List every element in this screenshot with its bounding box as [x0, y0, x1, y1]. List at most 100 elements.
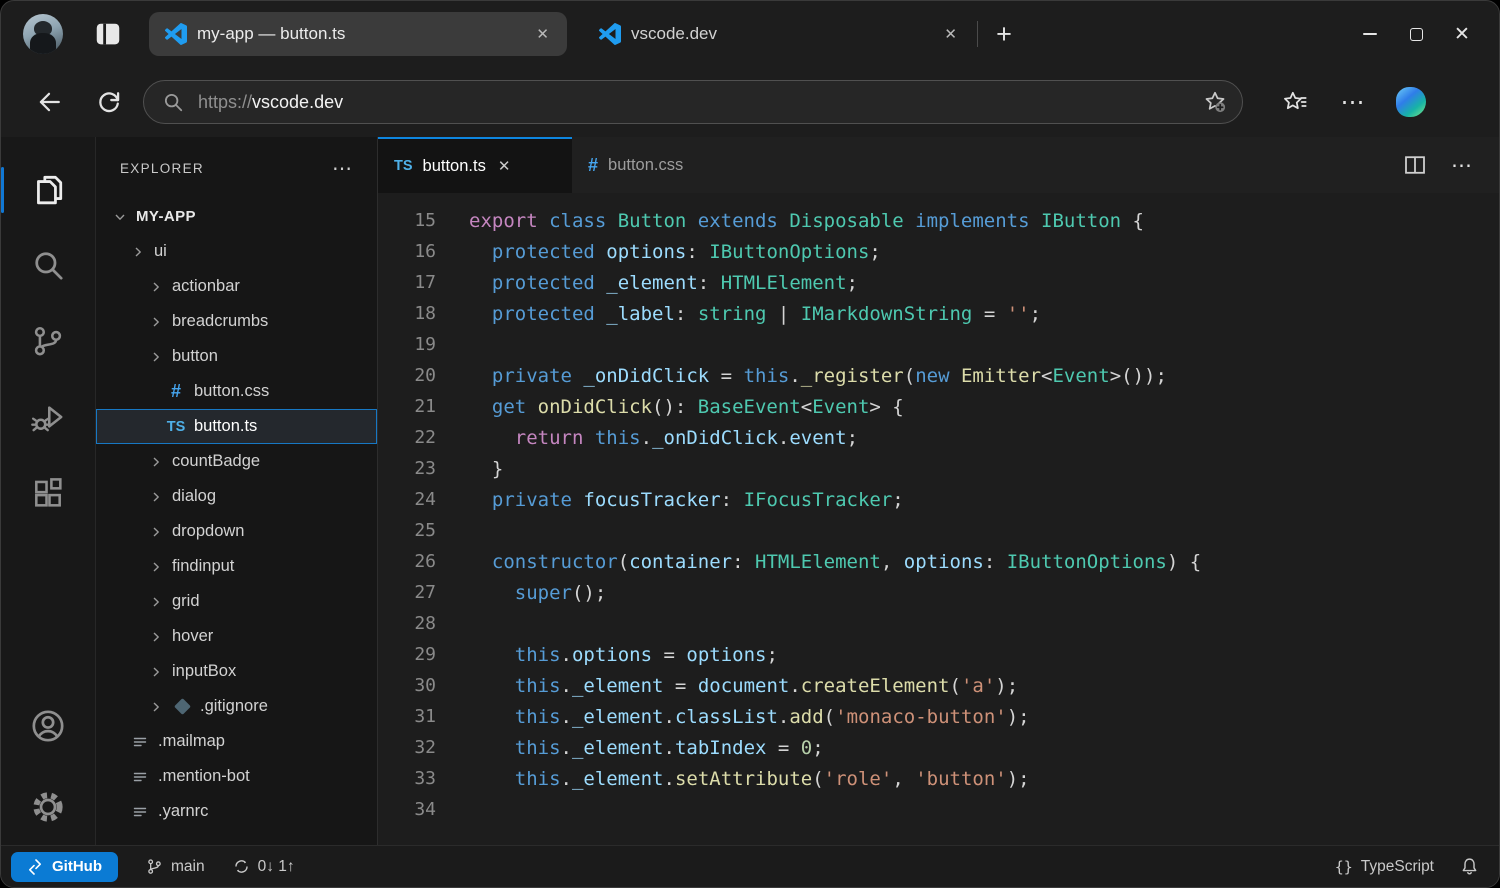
settings-more-button[interactable]: ⋯: [1331, 80, 1375, 124]
code-line-17[interactable]: 17 protected _element: HTMLElement;: [378, 267, 1499, 298]
tree-item-dropdown[interactable]: dropdown: [96, 514, 377, 549]
favorites-button[interactable]: [1273, 80, 1317, 124]
tree-item-findinput[interactable]: findinput: [96, 549, 377, 584]
tree-item-hover[interactable]: hover: [96, 619, 377, 654]
url-text[interactable]: https://vscode.dev: [198, 92, 1202, 113]
tab-close-icon[interactable]: ✕: [498, 157, 511, 175]
tree-item-yarnrc[interactable]: .yarnrc: [96, 794, 377, 829]
code-line-19[interactable]: 19: [378, 329, 1499, 360]
tree-item-ui[interactable]: ui: [96, 234, 377, 269]
remote-icon: [27, 859, 43, 875]
refresh-button[interactable]: [87, 80, 131, 124]
code-line-26[interactable]: 26 constructor(container: HTMLElement, o…: [378, 546, 1499, 577]
browser-tab-inactive[interactable]: vscode.dev ✕: [583, 12, 975, 56]
tree-item-label: inputBox: [172, 662, 236, 681]
copilot-icon: [1396, 87, 1426, 117]
code-line-22[interactable]: 22 return this._onDidClick.event;: [378, 422, 1499, 453]
tree-item-mention-bot[interactable]: .mention-bot: [96, 759, 377, 794]
tree-item-actionbar[interactable]: actionbar: [96, 269, 377, 304]
add-favorite-icon[interactable]: [1202, 89, 1228, 115]
tree-root-my-app[interactable]: MY-APP: [96, 199, 377, 234]
new-tab-button[interactable]: +: [984, 14, 1024, 54]
code-line-33[interactable]: 33 this._element.setAttribute('role', 'b…: [378, 763, 1499, 794]
notifications-bell-icon[interactable]: [1460, 857, 1479, 876]
tree-item-label: hover: [172, 627, 213, 646]
copilot-button[interactable]: [1389, 80, 1433, 124]
tree-item-breadcrumbs[interactable]: breadcrumbs: [96, 304, 377, 339]
explorer-sidebar: EXPLORER ⋯ MY-APPuiactionbarbreadcrumbsb…: [96, 137, 378, 845]
tree-item-dialog[interactable]: dialog: [96, 479, 377, 514]
code-line-16[interactable]: 16 protected options: IButtonOptions;: [378, 236, 1499, 267]
tree-item-button[interactable]: button: [96, 339, 377, 374]
activitybar-account[interactable]: [1, 693, 95, 769]
activitybar-extensions[interactable]: [1, 455, 95, 531]
css-file-icon: #: [588, 155, 598, 176]
code-line-25[interactable]: 25: [378, 515, 1499, 546]
profile-avatar[interactable]: [23, 14, 63, 54]
line-number: 26: [378, 551, 436, 572]
tree-item-mailmap[interactable]: .mailmap: [96, 724, 377, 759]
code-line-15[interactable]: 15export class Button extends Disposable…: [378, 205, 1499, 236]
code-line-34[interactable]: 34: [378, 794, 1499, 825]
chevron-right-icon: [148, 699, 164, 715]
code-line-21[interactable]: 21 get onDidClick(): BaseEvent<Event> {: [378, 391, 1499, 422]
tab-close-icon[interactable]: ✕: [532, 25, 553, 43]
tree-item-label: .yarnrc: [158, 802, 208, 821]
code-line-31[interactable]: 31 this._element.classList.add('monaco-b…: [378, 701, 1499, 732]
code-text: this._element.setAttribute('role', 'butt…: [469, 768, 1030, 790]
tree-item-button.ts[interactable]: TSbutton.ts: [96, 409, 377, 444]
editor-tab-button-css[interactable]: # button.css: [572, 137, 764, 193]
line-number: 25: [378, 520, 436, 541]
code-line-30[interactable]: 30 this._element = document.createElemen…: [378, 670, 1499, 701]
activitybar-settings[interactable]: [1, 769, 95, 845]
code-text: this.options = options;: [469, 644, 778, 666]
code-text: protected _label: string | IMarkdownStri…: [469, 303, 1041, 325]
sidebar-title: EXPLORER: [120, 161, 204, 176]
activitybar-run-debug[interactable]: [1, 379, 95, 455]
tab-actions-menu-button[interactable]: [93, 19, 123, 49]
explorer-more-actions-button[interactable]: ⋯: [332, 156, 353, 181]
code-line-27[interactable]: 27 super();: [378, 577, 1499, 608]
line-number: 24: [378, 489, 436, 510]
run-debug-icon: [31, 400, 65, 434]
code-editor[interactable]: 15export class Button extends Disposable…: [378, 193, 1499, 845]
code-line-18[interactable]: 18 protected _label: string | IMarkdownS…: [378, 298, 1499, 329]
tree-item-label: .mailmap: [158, 732, 225, 751]
line-number: 28: [378, 613, 436, 634]
editor-group: TS button.ts ✕ # button.css ⋯ 15export c…: [378, 137, 1499, 845]
maximize-button[interactable]: [1393, 14, 1439, 54]
browser-toolbar: https://vscode.dev ⋯: [1, 67, 1499, 137]
remote-indicator-button[interactable]: GitHub: [11, 852, 118, 882]
toolbar-icons: ⋯: [1273, 80, 1433, 124]
code-line-23[interactable]: 23 }: [378, 453, 1499, 484]
branch-indicator[interactable]: main: [146, 858, 205, 876]
code-text: this._element = document.createElement('…: [469, 675, 1018, 697]
browser-tab-active[interactable]: my-app — button.ts ✕: [149, 12, 567, 56]
tree-item-gitignore[interactable]: .gitignore: [96, 689, 377, 724]
tree-item-inputbox[interactable]: inputBox: [96, 654, 377, 689]
code-text: private focusTracker: IFocusTracker;: [469, 489, 904, 511]
editor-tab-button-ts[interactable]: TS button.ts ✕: [378, 137, 572, 193]
activitybar-search[interactable]: [1, 227, 95, 303]
back-button[interactable]: [27, 80, 71, 124]
code-text: export class Button extends Disposable i…: [469, 210, 1144, 232]
tab-close-icon[interactable]: ✕: [940, 25, 961, 43]
code-line-32[interactable]: 32 this._element.tabIndex = 0;: [378, 732, 1499, 763]
editor-more-actions-button[interactable]: ⋯: [1451, 153, 1473, 178]
tree-item-grid[interactable]: grid: [96, 584, 377, 619]
editor-tabstrip: TS button.ts ✕ # button.css ⋯: [378, 137, 1499, 193]
code-line-20[interactable]: 20 private _onDidClick = this._register(…: [378, 360, 1499, 391]
split-editor-icon[interactable]: [1403, 153, 1427, 177]
tree-item-button.css[interactable]: #button.css: [96, 374, 377, 409]
tree-item-countbadge[interactable]: countBadge: [96, 444, 377, 479]
code-line-29[interactable]: 29 this.options = options;: [378, 639, 1499, 670]
close-button[interactable]: ✕: [1439, 14, 1485, 54]
address-bar[interactable]: https://vscode.dev: [143, 80, 1243, 124]
minimize-button[interactable]: [1347, 14, 1393, 54]
language-indicator[interactable]: {} TypeScript: [1335, 858, 1434, 876]
activitybar-explorer[interactable]: [1, 151, 95, 227]
sync-indicator[interactable]: 0↓ 1↑: [233, 858, 295, 876]
code-line-24[interactable]: 24 private focusTracker: IFocusTracker;: [378, 484, 1499, 515]
code-line-28[interactable]: 28: [378, 608, 1499, 639]
activitybar-source-control[interactable]: [1, 303, 95, 379]
